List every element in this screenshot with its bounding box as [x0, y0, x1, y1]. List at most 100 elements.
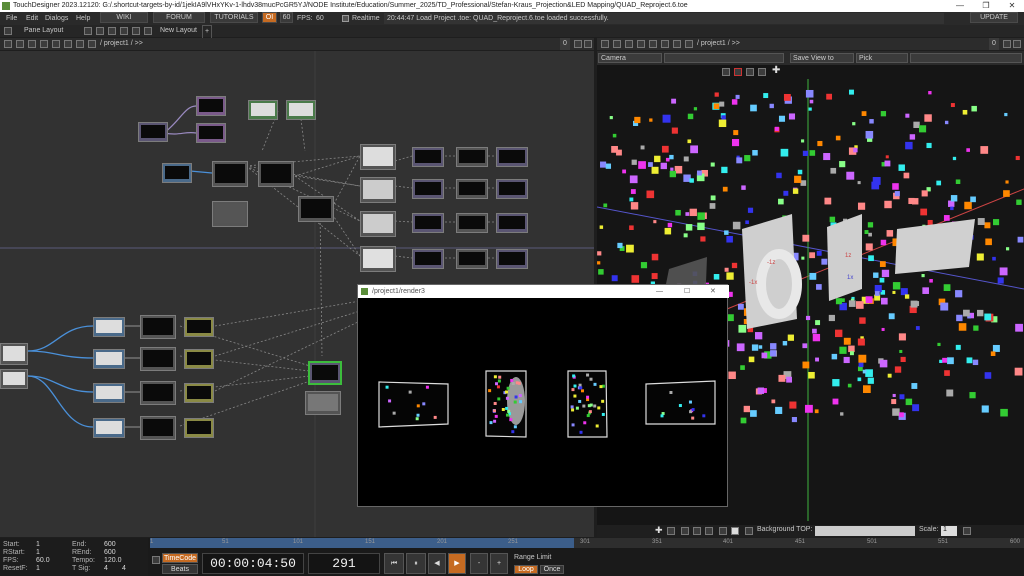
render-window-close[interactable]: ✕ [710, 285, 716, 298]
pane-type-icon[interactable] [4, 40, 12, 48]
operator-node[interactable] [360, 246, 396, 272]
rend-value[interactable]: 600 [104, 549, 116, 557]
step-forward-minus-icon[interactable]: - [470, 553, 488, 574]
menu-help[interactable]: Help [76, 12, 90, 25]
add-layout-button[interactable]: + [202, 25, 212, 39]
record-icon[interactable] [734, 68, 742, 76]
pane-layout-label[interactable]: Pane Layout [24, 25, 63, 37]
grid-icon[interactable] [681, 527, 689, 535]
operator-node[interactable] [0, 369, 28, 389]
end-value[interactable]: 600 [104, 541, 116, 549]
render-window-maximize[interactable]: ☐ [684, 285, 690, 298]
wand-icon[interactable] [758, 68, 766, 76]
camera-name-field[interactable] [664, 53, 784, 63]
operator-node[interactable] [93, 418, 125, 438]
save-view-select[interactable]: Save View to [790, 53, 854, 63]
operator-node[interactable] [140, 315, 176, 339]
operator-node[interactable] [184, 383, 214, 403]
network-path[interactable]: / project1 / >> [100, 38, 143, 50]
realtime-checkbox[interactable] [342, 15, 349, 22]
tsig-denominator[interactable]: 4 [122, 565, 126, 573]
home-icon[interactable] [16, 40, 24, 48]
back-icon[interactable] [28, 40, 36, 48]
once-button[interactable]: Once [540, 565, 564, 574]
operator-node[interactable] [248, 100, 278, 120]
operator-node[interactable] [184, 418, 214, 438]
display-icon[interactable] [731, 527, 739, 535]
operator-node[interactable] [456, 213, 488, 233]
operator-node[interactable] [212, 201, 248, 227]
add-op-icon[interactable] [52, 40, 60, 48]
operator-node[interactable] [196, 96, 226, 116]
background-top-field[interactable] [815, 526, 915, 536]
menu-dialogs[interactable]: Dialogs [45, 12, 68, 25]
operator-node[interactable] [360, 177, 396, 203]
settings-icon[interactable] [719, 527, 727, 535]
background-icon[interactable] [745, 527, 753, 535]
scale-field[interactable]: 1 [941, 526, 957, 536]
operator-node[interactable] [496, 249, 528, 269]
add-icon[interactable]: ✚ [772, 65, 780, 76]
operator-node[interactable] [412, 179, 444, 199]
oi-badge[interactable]: OI [262, 12, 277, 23]
operator-node[interactable] [456, 179, 488, 199]
scale-menu-icon[interactable] [963, 527, 971, 535]
operator-node[interactable] [412, 147, 444, 167]
operator-node[interactable] [298, 196, 334, 222]
operator-node[interactable] [140, 381, 176, 405]
render-viewer-window[interactable]: /project1/render3 — ☐ ✕ [357, 284, 729, 507]
operator-node[interactable] [196, 123, 226, 143]
operator-node[interactable] [258, 161, 294, 187]
operator-node[interactable] [412, 249, 444, 269]
operator-node[interactable] [184, 317, 214, 337]
pick-select[interactable]: Pick [856, 53, 908, 63]
star-icon[interactable] [661, 40, 669, 48]
operator-node[interactable] [162, 163, 192, 183]
operator-node[interactable] [360, 144, 396, 170]
operator-node[interactable] [140, 416, 176, 440]
operator-node[interactable] [412, 213, 444, 233]
bookmark-icon[interactable] [76, 40, 84, 48]
rstart-value[interactable]: 1 [36, 549, 40, 557]
star-icon[interactable] [64, 40, 72, 48]
operator-node[interactable] [93, 317, 125, 337]
forward-icon[interactable] [40, 40, 48, 48]
forum-button[interactable]: FORUM [153, 12, 205, 23]
step-forward-plus-icon[interactable]: + [490, 553, 508, 574]
path-up-icon[interactable] [685, 40, 693, 48]
operator-node[interactable] [0, 343, 28, 365]
pane-maximize-icon[interactable] [1003, 40, 1011, 48]
snapshot-icon[interactable] [667, 527, 675, 535]
pane-split-icon[interactable] [84, 27, 92, 35]
timecode-button[interactable]: TimeCode [162, 553, 198, 563]
timecode-display[interactable]: 00:00:04:50 [202, 553, 304, 574]
trash-icon[interactable] [705, 527, 713, 535]
pane-swap-icon[interactable] [144, 27, 152, 35]
home-icon[interactable] [613, 40, 621, 48]
pane-link-icon[interactable] [132, 27, 140, 35]
beats-button[interactable]: Beats [162, 564, 198, 574]
tutorials-button[interactable]: TUTORIALS [210, 12, 258, 23]
operator-node[interactable] [93, 383, 125, 403]
move-icon[interactable]: ✚ [655, 525, 663, 536]
bookmark-icon[interactable] [673, 40, 681, 48]
minimize-button[interactable]: — [948, 0, 972, 12]
start-value[interactable]: 1 [36, 541, 40, 549]
layers-icon[interactable] [693, 527, 701, 535]
tempo-value[interactable]: 120.0 [104, 557, 122, 565]
timeline-ruler[interactable]: 1 51 101 151 201 251 301 351 401 451 501 551 600 [150, 538, 1024, 548]
operator-node[interactable] [456, 147, 488, 167]
tsig-numerator[interactable]: 4 [104, 565, 108, 573]
pane-split-vertical-icon[interactable] [96, 27, 104, 35]
path-up-icon[interactable] [88, 40, 96, 48]
operator-node[interactable] [360, 211, 396, 237]
timeline-toggle-icon[interactable] [152, 556, 160, 564]
close-button[interactable]: ✕ [1000, 0, 1024, 12]
camera-icon[interactable] [722, 68, 730, 76]
operator-node[interactable] [138, 122, 168, 142]
pane-menu-icon[interactable] [1013, 40, 1021, 48]
menu-edit[interactable]: Edit [26, 12, 38, 25]
bars-badge[interactable]: 60 [280, 12, 293, 23]
selected-operator-node[interactable] [308, 361, 342, 385]
back-icon[interactable] [625, 40, 633, 48]
